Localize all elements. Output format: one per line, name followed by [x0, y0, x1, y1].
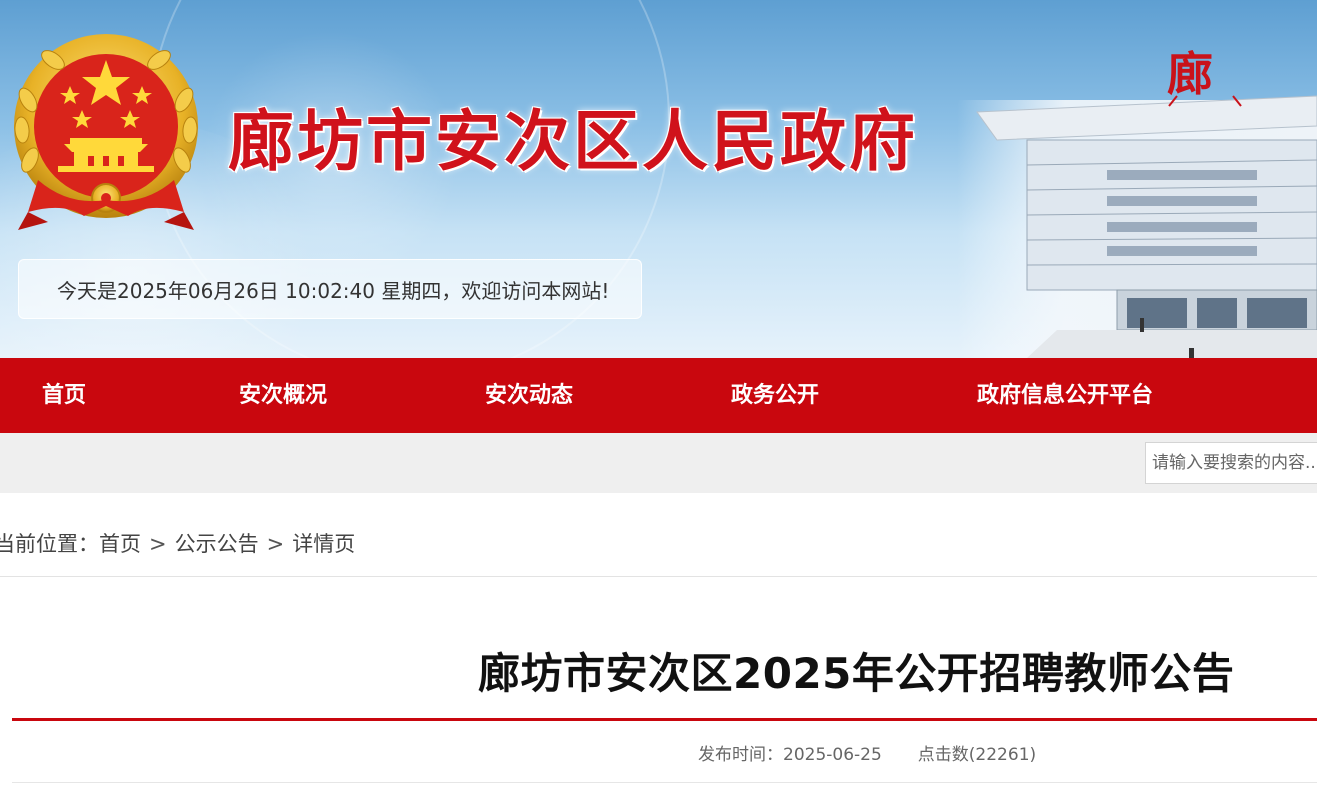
- breadcrumb-prefix: 当前位置：: [0, 532, 99, 556]
- breadcrumb-separator: >: [149, 532, 167, 556]
- date-welcome-box: 今天是2025年06月26日 10:02:40 星期四，欢迎访问本网站!: [18, 259, 642, 319]
- date-welcome-text: 今天是2025年06月26日 10:02:40 星期四，欢迎访问本网站!: [57, 278, 610, 303]
- nav-item-home[interactable]: 首页: [42, 358, 86, 433]
- publish-label: 发布时间：: [698, 745, 783, 765]
- main-nav: 首页 安次概况 安次动态 政务公开 政府信息公开平台: [0, 358, 1317, 433]
- national-emblem-icon: [14, 34, 198, 230]
- site-title: 廊坊市安次区人民政府: [228, 102, 918, 180]
- publish-date: 2025-06-25: [783, 745, 882, 765]
- article-title: 廊坊市安次区2025年公开招聘教师公告: [478, 649, 1235, 698]
- building-sign: 廊: [1167, 47, 1213, 101]
- breadcrumb-item-home[interactable]: 首页: [99, 528, 141, 558]
- divider: [12, 782, 1317, 783]
- breadcrumb: 当前位置：首页 > 公示公告 > 详情页: [0, 528, 355, 558]
- nav-item-news[interactable]: 安次动态: [485, 358, 573, 433]
- divider: [0, 576, 1317, 577]
- search-input[interactable]: [1145, 442, 1317, 484]
- breadcrumb-separator: >: [266, 532, 285, 556]
- nav-item-overview[interactable]: 安次概况: [239, 358, 327, 433]
- header-banner: 廊坊市安次区人民政府 廊 今天是2025年06月26日 10:02:40 星期四…: [0, 0, 1317, 358]
- nav-item-info-platform[interactable]: 政府信息公开平台: [977, 358, 1153, 433]
- article-meta: 发布时间：2025-06-25 点击数(22261): [698, 740, 1036, 765]
- breadcrumb-item-notices[interactable]: 公示公告: [175, 528, 259, 558]
- view-count: 点击数(22261): [917, 745, 1037, 765]
- nav-item-government-affairs[interactable]: 政务公开: [731, 358, 819, 433]
- search-bar: [0, 433, 1317, 493]
- building-illustration: 廊: [957, 47, 1317, 358]
- breadcrumb-item-current: 详情页: [292, 532, 356, 556]
- title-underline: [12, 718, 1317, 721]
